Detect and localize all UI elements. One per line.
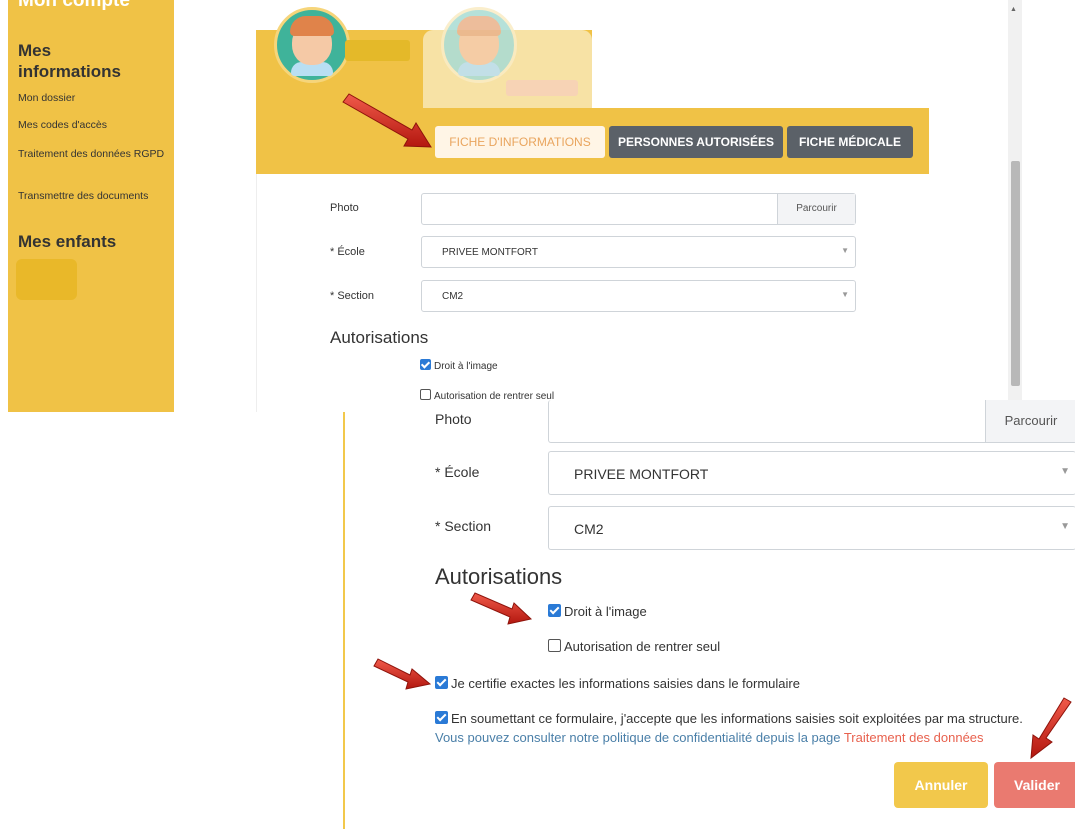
arrow-icon [342,93,1072,760]
annotation-arrows [342,93,1072,760]
